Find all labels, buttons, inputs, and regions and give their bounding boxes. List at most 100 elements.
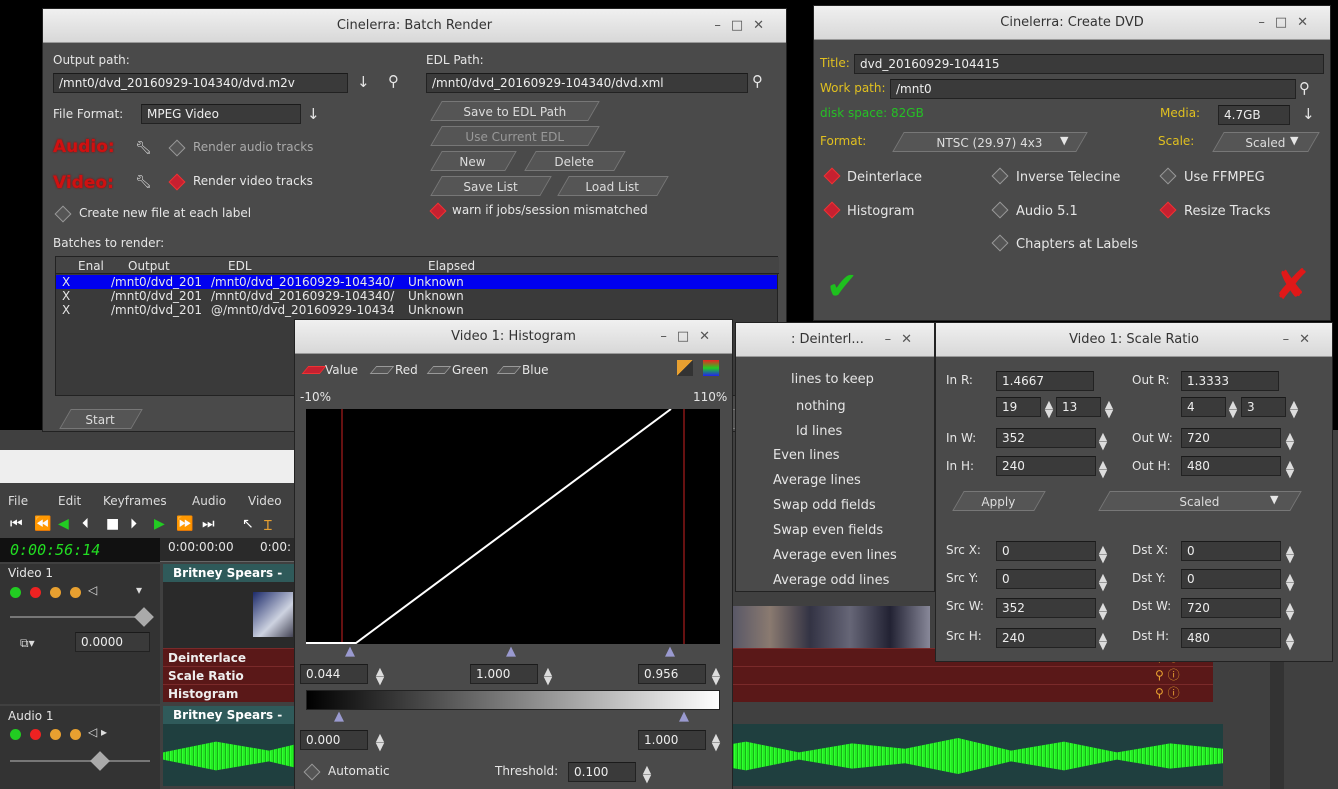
low-marker-icon[interactable]: ▲ xyxy=(345,644,355,659)
in-w-field[interactable]: 352 xyxy=(996,428,1096,448)
plot-mode-icon[interactable] xyxy=(677,360,693,376)
edl-path-search-icon[interactable]: ⚲ xyxy=(752,72,763,90)
menu-edit[interactable]: Edit xyxy=(58,494,81,508)
overlay-mode-icon[interactable]: ⧉▾ xyxy=(20,636,35,651)
video-wrench-icon[interactable]: 🔧︎ xyxy=(135,175,152,190)
out-den-field[interactable]: 3 xyxy=(1241,397,1286,417)
reverse-icon[interactable]: ◀ xyxy=(58,516,69,532)
in-r-field[interactable]: 1.4667 xyxy=(996,371,1094,391)
deint-option-6[interactable]: Swap even fields xyxy=(773,523,883,538)
work-path-search-icon[interactable]: ⚲ xyxy=(1299,79,1310,97)
media-down-icon[interactable]: ↓ xyxy=(1302,105,1315,123)
table-row[interactable]: X /mnt0/dvd_201 /mnt0/dvd_20160929-10434… xyxy=(56,289,777,303)
output-path-down-icon[interactable]: ↓ xyxy=(357,73,370,91)
end-icon[interactable]: ⏭ xyxy=(202,516,215,532)
threshold-spin-icon[interactable]: ▲ ▼ xyxy=(642,764,652,784)
fade-value[interactable]: 0.0000 xyxy=(75,632,150,652)
src-w-field[interactable]: 352 xyxy=(996,598,1096,618)
output-path-field[interactable]: /mnt0/dvd_20160929-104340/dvd.m2v xyxy=(53,73,348,93)
deint-option-8[interactable]: Average odd lines xyxy=(773,573,889,588)
stop-icon[interactable]: ■ xyxy=(106,516,119,532)
col-elapsed[interactable]: Elapsed xyxy=(428,259,475,273)
threshold-field[interactable]: 0.100 xyxy=(568,762,636,782)
mute-track-icon[interactable]: ◁ xyxy=(88,583,97,597)
high-spin-icon[interactable]: ▲ ▼ xyxy=(711,666,721,686)
scale-chevron-down-icon[interactable]: ▼ xyxy=(1290,134,1298,147)
render-video-toggle[interactable] xyxy=(168,173,186,191)
cancel-x-icon[interactable]: ✘ xyxy=(1274,260,1309,309)
in-den-spin-icon[interactable]: ▲ ▼ xyxy=(1104,399,1114,419)
dst-x-spin-icon[interactable]: ▲ ▼ xyxy=(1285,544,1295,564)
mid-spin-icon[interactable]: ▲ ▼ xyxy=(543,666,553,686)
out-num-spin-icon[interactable]: ▲ ▼ xyxy=(1228,399,1238,419)
audio-mute-icon[interactable]: ◁ ▸ xyxy=(88,725,107,739)
play-track-icon[interactable] xyxy=(10,587,21,598)
src-w-spin-icon[interactable]: ▲ ▼ xyxy=(1098,601,1108,621)
dst-y-field[interactable]: 0 xyxy=(1181,569,1281,589)
audio-gang-icon[interactable] xyxy=(50,729,61,740)
output-max-spin-icon[interactable]: ▲ ▼ xyxy=(711,732,721,752)
mode-red-toggle[interactable] xyxy=(369,366,395,374)
audio-play-icon[interactable] xyxy=(10,729,21,740)
deint-option-1[interactable]: nothing xyxy=(796,399,846,414)
video-edit-title[interactable]: Britney Spears - xyxy=(163,564,296,582)
mid-input-field[interactable]: 1.000 xyxy=(470,664,538,684)
save-list-button[interactable]: Save List xyxy=(430,176,552,196)
in-h-spin-icon[interactable]: ▲ ▼ xyxy=(1098,459,1108,479)
col-output[interactable]: Output xyxy=(128,259,170,273)
audio51-toggle[interactable] xyxy=(991,201,1009,219)
mode-green-toggle[interactable] xyxy=(426,366,452,374)
scale-dropdown[interactable]: Scaled xyxy=(1212,132,1320,152)
output-max-marker-icon[interactable]: ▲ xyxy=(679,709,689,724)
menu-file[interactable]: File xyxy=(8,494,28,508)
dst-y-spin-icon[interactable]: ▲ ▼ xyxy=(1285,572,1295,592)
menu-video[interactable]: Video xyxy=(248,494,282,508)
table-row[interactable]: X /mnt0/dvd_201 @/mnt0/dvd_20160929-1043… xyxy=(56,303,777,317)
out-h-spin-icon[interactable]: ▲ ▼ xyxy=(1285,459,1295,479)
apply-button[interactable]: Apply xyxy=(952,491,1046,511)
deint-option-5[interactable]: Swap odd fields xyxy=(773,498,876,513)
render-audio-toggle[interactable] xyxy=(168,139,186,157)
delete-button[interactable]: Delete xyxy=(524,151,626,171)
file-format-field[interactable]: MPEG Video xyxy=(141,104,301,124)
in-h-field[interactable]: 240 xyxy=(996,456,1096,476)
dvd-window-controls[interactable]: –□✕ xyxy=(1258,6,1318,40)
resize-tracks-toggle[interactable] xyxy=(1159,201,1177,219)
col-edl[interactable]: EDL xyxy=(228,259,252,273)
high-marker-icon[interactable]: ▲ xyxy=(665,644,675,659)
src-x-spin-icon[interactable]: ▲ ▼ xyxy=(1098,544,1108,564)
work-path-field[interactable]: /mnt0 xyxy=(890,79,1296,99)
chapters-toggle[interactable] xyxy=(991,234,1009,252)
histogram-window-controls[interactable]: –□✕ xyxy=(660,320,720,354)
in-w-spin-icon[interactable]: ▲ ▼ xyxy=(1098,431,1108,451)
warn-jobs-toggle[interactable] xyxy=(429,202,447,220)
table-row[interactable]: X /mnt0/dvd_201 /mnt0/dvd_20160929-10434… xyxy=(56,275,777,289)
src-h-spin-icon[interactable]: ▲ ▼ xyxy=(1098,631,1108,651)
arrow-tool-icon[interactable]: ↖ xyxy=(242,516,254,532)
audio-draw-icon[interactable] xyxy=(70,729,81,740)
menu-keyframes[interactable]: Keyframes xyxy=(103,494,167,508)
automatic-toggle[interactable] xyxy=(303,763,321,781)
histogram-canvas[interactable] xyxy=(306,409,720,644)
deinterlace-window-controls[interactable]: –✕ xyxy=(885,323,922,357)
deint-option-7[interactable]: Average even lines xyxy=(773,548,897,563)
scale-mode-chevron-icon[interactable]: ▼ xyxy=(1270,493,1278,506)
gang-track-icon[interactable] xyxy=(50,587,61,598)
in-num-field[interactable]: 19 xyxy=(996,397,1041,417)
format-dropdown[interactable]: NTSC (29.97) 4x3 xyxy=(892,132,1088,152)
audio-record-icon[interactable] xyxy=(30,729,41,740)
deint-option-0[interactable]: lines to keep xyxy=(791,372,874,387)
file-format-down-icon[interactable]: ↓ xyxy=(307,105,320,123)
video-track-name[interactable]: Video 1 xyxy=(8,566,53,580)
output-min-marker-icon[interactable]: ▲ xyxy=(334,709,344,724)
frame-forward-icon[interactable]: ⏵ xyxy=(130,516,137,532)
out-num-field[interactable]: 4 xyxy=(1181,397,1226,417)
expand-track-icon[interactable]: ▾ xyxy=(136,583,142,597)
fast-forward-icon[interactable]: ⏩ xyxy=(176,516,193,532)
rewind-icon[interactable]: ⏮ xyxy=(10,516,23,532)
batch-window-controls[interactable]: –□✕ xyxy=(714,9,774,43)
dst-w-spin-icon[interactable]: ▲ ▼ xyxy=(1285,601,1295,621)
deint-option-4[interactable]: Average lines xyxy=(773,473,861,488)
src-h-field[interactable]: 240 xyxy=(996,628,1096,648)
audio-track-name[interactable]: Audio 1 xyxy=(8,709,54,723)
